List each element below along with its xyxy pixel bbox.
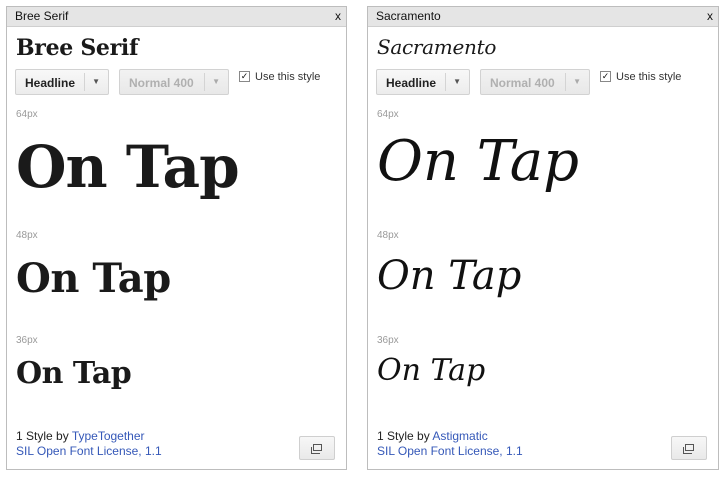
sample-text-36: On Tap [16, 356, 132, 391]
chevron-down-icon: ▼ [212, 77, 220, 86]
weight-dropdown-label: Normal 400 [129, 76, 194, 90]
chevron-down-icon: ▼ [92, 77, 100, 86]
style-credit: 1 Style by Astigmatic [377, 429, 523, 444]
size-label-36: 36px [16, 335, 38, 346]
sample-text-48: On Tap [16, 255, 171, 302]
font-name-heading: Bree Serif [16, 35, 139, 61]
style-dropdown-label: Headline [25, 76, 76, 90]
designer-link[interactable]: Astigmatic [432, 429, 487, 443]
style-count: 1 Style by [377, 429, 433, 443]
dropdown-divider [445, 73, 446, 91]
use-style-checkbox[interactable]: ✓ [600, 70, 611, 82]
use-style-label: Use this style [255, 71, 321, 83]
font-card-sacramento: Sacramento x Sacramento Headline ▼ Norma… [367, 6, 719, 470]
card-window-title: Sacramento [376, 9, 441, 23]
style-count: 1 Style by [16, 429, 72, 443]
weight-dropdown[interactable]: Normal 400 ▼ [119, 69, 229, 95]
card-titlebar: Sacramento x [368, 7, 718, 27]
use-style-option[interactable]: ✓ Use this style [600, 70, 682, 83]
dropdown-divider [204, 73, 205, 91]
font-name-heading: Sacramento [377, 35, 497, 59]
use-style-label: Use this style [616, 71, 682, 83]
weight-dropdown[interactable]: Normal 400 ▼ [480, 69, 590, 95]
size-label-64: 64px [377, 109, 399, 120]
size-label-36: 36px [377, 335, 399, 346]
style-credit: 1 Style by TypeTogether [16, 429, 162, 444]
chevron-down-icon: ▼ [453, 77, 461, 86]
weight-dropdown-label: Normal 400 [490, 76, 555, 90]
chevron-down-icon: ▼ [573, 77, 581, 86]
card-footer: 1 Style by Astigmatic SIL Open Font Lice… [377, 429, 523, 459]
sample-text-64: On Tap [16, 133, 240, 201]
license-link[interactable]: SIL Open Font License, 1.1 [377, 444, 523, 458]
card-footer: 1 Style by TypeTogether SIL Open Font Li… [16, 429, 162, 459]
close-button[interactable]: x [335, 8, 341, 24]
style-dropdown-label: Headline [386, 76, 437, 90]
expand-icon [311, 444, 322, 454]
font-card-bree-serif: Bree Serif x Bree Serif Headline ▼ Norma… [6, 6, 347, 470]
expand-icon [683, 444, 694, 454]
expand-button[interactable] [299, 436, 335, 460]
dropdown-divider [565, 73, 566, 91]
style-dropdown[interactable]: Headline ▼ [15, 69, 109, 95]
close-button[interactable]: x [707, 8, 713, 24]
size-label-48: 48px [377, 230, 399, 241]
dropdown-divider [84, 73, 85, 91]
designer-link[interactable]: TypeTogether [72, 429, 145, 443]
sample-text-36: On Tap [377, 353, 486, 388]
size-label-48: 48px [16, 230, 38, 241]
card-titlebar: Bree Serif x [7, 7, 346, 27]
expand-button[interactable] [671, 436, 707, 460]
use-style-checkbox[interactable]: ✓ [239, 70, 250, 82]
license-link[interactable]: SIL Open Font License, 1.1 [16, 444, 162, 458]
card-window-title: Bree Serif [15, 9, 69, 23]
style-dropdown[interactable]: Headline ▼ [376, 69, 470, 95]
sample-text-48: On Tap [377, 253, 522, 299]
use-style-option[interactable]: ✓ Use this style [239, 70, 321, 83]
sample-text-64: On Tap [377, 129, 580, 194]
size-label-64: 64px [16, 109, 38, 120]
